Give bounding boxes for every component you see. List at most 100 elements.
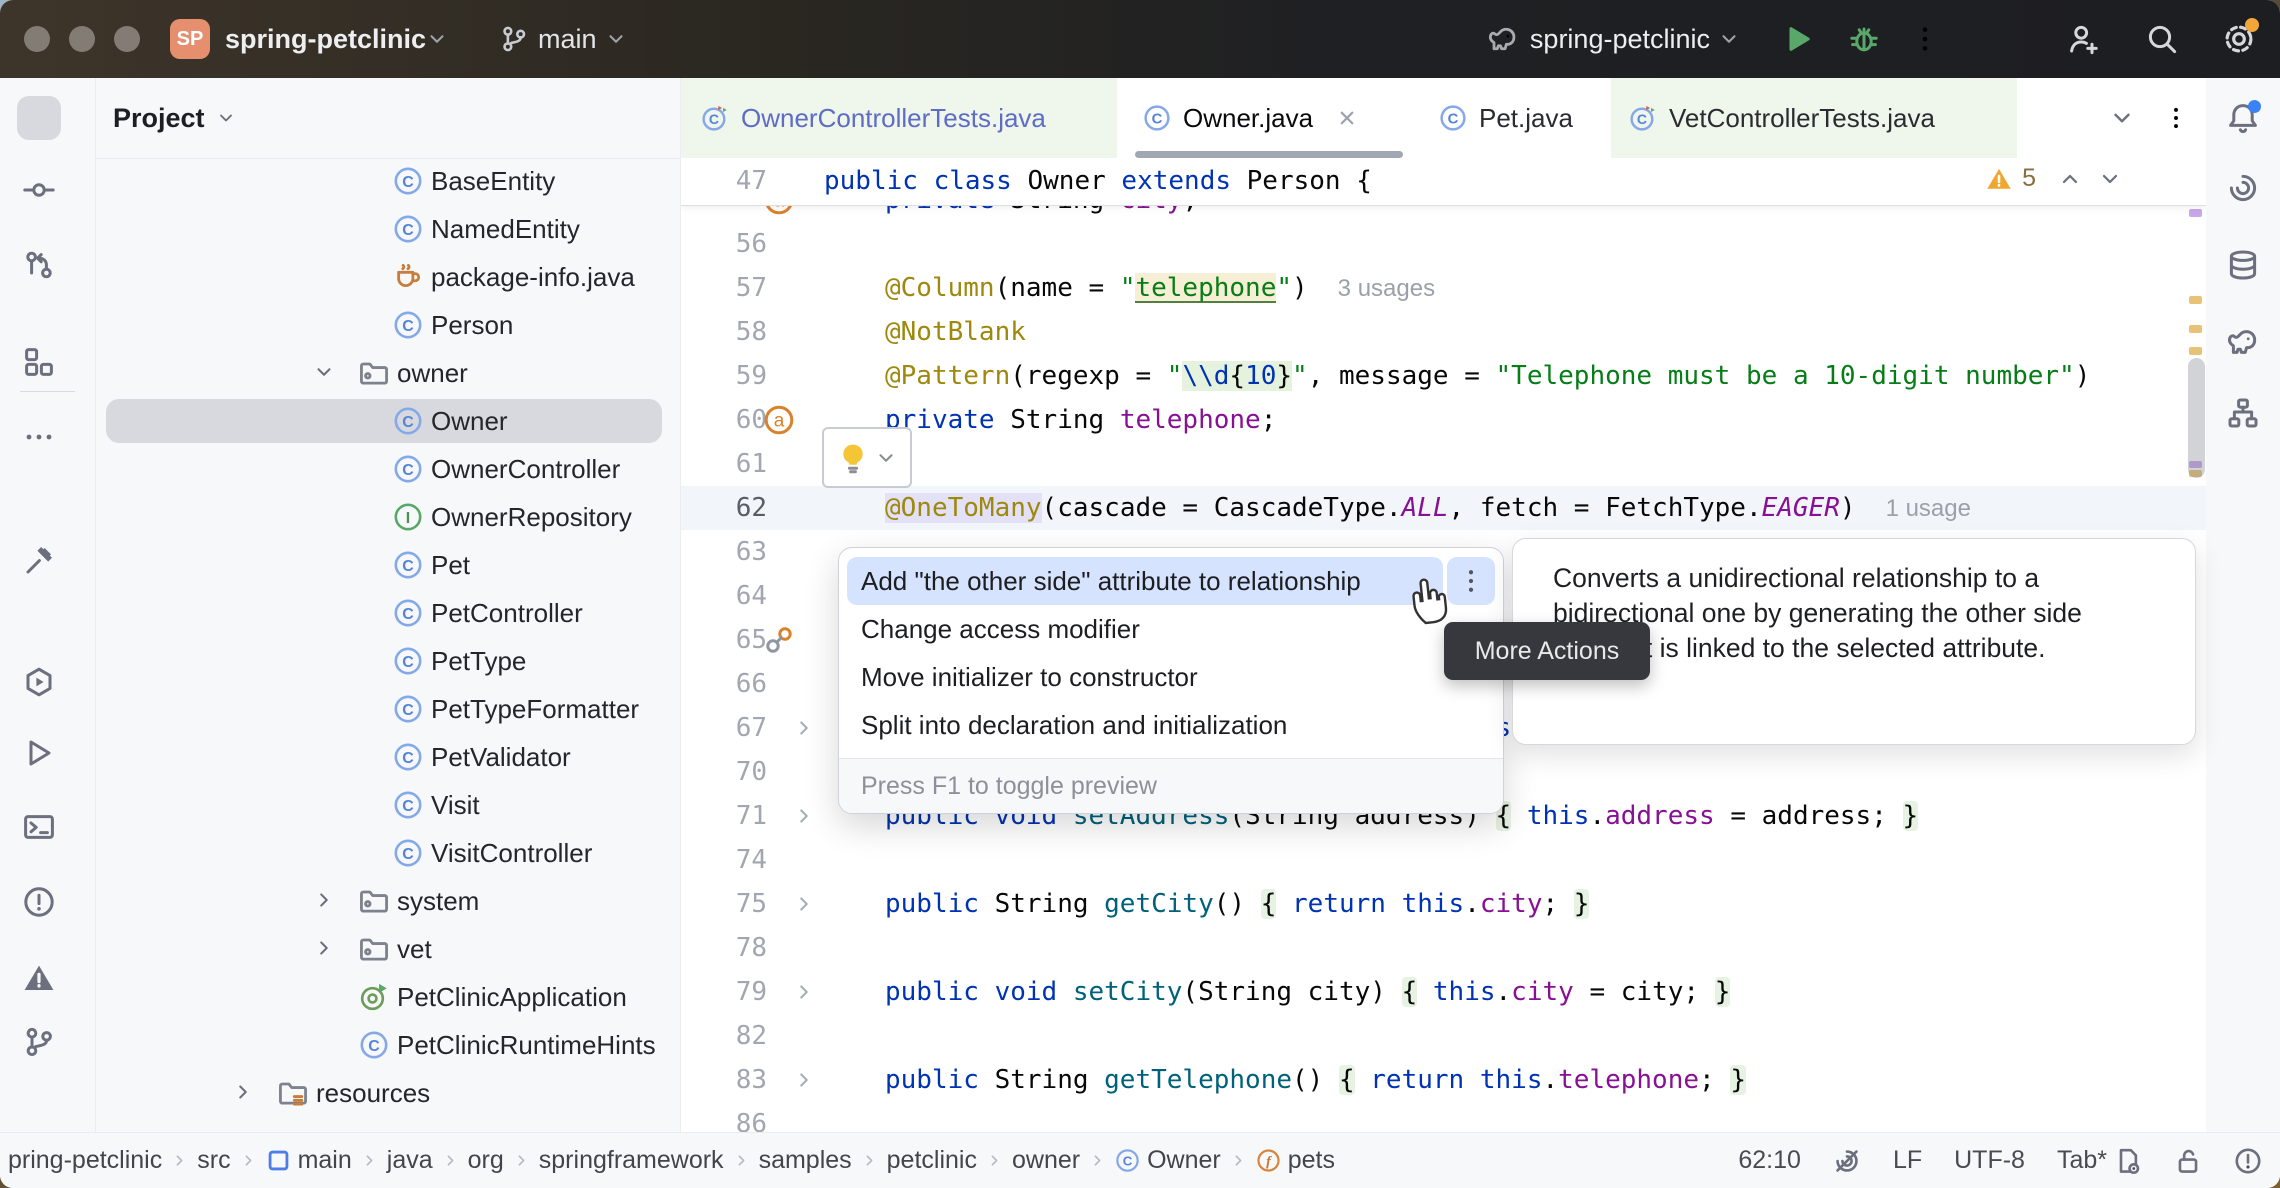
breadcrumb-item-petclinic[interactable]: petclinic (887, 1146, 977, 1175)
breadcrumb-item-springframework[interactable]: springframework (539, 1146, 724, 1175)
tree-item-PetClinicRuntimeHints[interactable]: C PetClinicRuntimeHints (96, 1021, 680, 1069)
fold-icon[interactable] (793, 717, 815, 739)
breadcrumb-item-main[interactable]: main (266, 1146, 352, 1175)
code-line-86[interactable]: 86 (681, 1102, 2206, 1132)
chain-gutter-icon[interactable] (763, 624, 795, 656)
breadcrumb-item-org[interactable]: org (468, 1146, 504, 1175)
code-line-78[interactable]: 78 (681, 926, 2206, 970)
tree-item-package-info.java[interactable]: package-info.java (96, 253, 680, 301)
tool-window-button-terminal[interactable] (17, 805, 61, 849)
tree-item-PetController[interactable]: C PetController (96, 589, 680, 637)
tool-window-button-pull-requests[interactable] (17, 243, 61, 287)
close-window-button[interactable] (24, 26, 50, 52)
editor-scrollbar[interactable] (2188, 358, 2205, 478)
tree-item-system[interactable]: system (96, 877, 680, 925)
tree-item-NamedEntity[interactable]: C NamedEntity (96, 205, 680, 253)
intention-item-selected[interactable]: Add "the other side" attribute to relati… (847, 557, 1443, 605)
tree-item-VisitController[interactable]: C VisitController (96, 829, 680, 877)
code-line-83[interactable]: 83 public String getTelephone() { return … (681, 1058, 2206, 1102)
chevron-right-icon[interactable] (232, 1081, 254, 1103)
tree-item-OwnerController[interactable]: C OwnerController (96, 445, 680, 493)
breadcrumb-item-Owner[interactable]: C Owner (1115, 1146, 1221, 1175)
breadcrumb-item-owner[interactable]: owner (1012, 1146, 1080, 1175)
tool-window-button-commit[interactable] (17, 168, 61, 212)
chevron-down-icon[interactable] (2109, 105, 2135, 131)
more-actions-button[interactable] (1447, 557, 1495, 605)
chevron-up-icon[interactable] (2058, 167, 2082, 191)
code-line-79[interactable]: 79 public void setCity(String city) { thi… (681, 970, 2206, 1014)
chevron-down-icon[interactable] (313, 361, 335, 383)
tree-item-BaseEntity[interactable]: C BaseEntity (96, 157, 680, 205)
tool-window-button-more-dots[interactable] (17, 415, 61, 459)
tool-window-button-services[interactable] (17, 660, 61, 704)
settings-button[interactable] (2222, 18, 2259, 56)
code-line-58[interactable]: 58 @NotBlank (681, 310, 2206, 354)
debug-button[interactable] (1848, 23, 1880, 55)
tool-window-button-database[interactable] (2221, 243, 2265, 287)
tab-options-button[interactable] (2163, 105, 2189, 131)
tree-item-PetType[interactable]: C PetType (96, 637, 680, 685)
breadcrumb-item-pets[interactable]: f pets (1256, 1146, 1335, 1175)
tree-item-PetTypeFormatter[interactable]: C PetTypeFormatter (96, 685, 680, 733)
tool-window-button-beans[interactable] (2221, 391, 2265, 435)
tool-window-button-warnings[interactable] (17, 956, 61, 1000)
code-line-74[interactable]: 74 (681, 838, 2206, 882)
encoding-widget[interactable]: UTF-8 (1954, 1146, 2025, 1175)
chevron-right-icon[interactable] (313, 889, 335, 911)
tree-item-resources[interactable]: resources (96, 1069, 680, 1117)
chevron-down-icon[interactable] (2098, 167, 2122, 191)
close-icon[interactable] (1335, 106, 1359, 130)
project-widget[interactable]: spring-petclinic (225, 24, 426, 55)
breadcrumb-item-src[interactable]: src (197, 1146, 230, 1175)
branch-widget[interactable]: main (538, 24, 597, 55)
tab-Pet.java[interactable]: C Pet.java (1439, 78, 1573, 158)
tab-VetControllerTests.java[interactable]: C VetControllerTests.java (1629, 78, 1935, 158)
tool-window-button-ai-assistant[interactable] (2221, 166, 2265, 210)
tool-window-button-build-hammer[interactable] (17, 538, 61, 582)
annotation-gutter-icon[interactable]: a (763, 404, 795, 436)
code-line-62[interactable]: 62 @OneToMany(cascade = CascadeType.ALL, … (681, 486, 2206, 530)
tree-item-PetValidator[interactable]: C PetValidator (96, 733, 680, 781)
code-line-56[interactable]: 56 (681, 222, 2206, 266)
ai-disabled-icon[interactable] (1833, 1147, 1861, 1175)
breadcrumb-item-samples[interactable]: samples (759, 1146, 852, 1175)
maximize-window-button[interactable] (114, 26, 140, 52)
fold-icon[interactable] (793, 981, 815, 1003)
unlocked-icon[interactable] (2174, 1147, 2202, 1175)
tool-window-button-run[interactable] (17, 731, 61, 775)
tree-item-PetClinicApplication[interactable]: PetClinicApplication (96, 973, 680, 1021)
error-circle-icon[interactable] (2234, 1147, 2262, 1175)
code-line-75[interactable]: 75 public String getCity() { return this.… (681, 882, 2206, 926)
intention-bulb-widget[interactable] (822, 427, 912, 488)
tool-window-button-structure[interactable] (17, 340, 61, 384)
breadcrumb-item-pring-petclinic[interactable]: pring-petclinic (8, 1146, 162, 1175)
intention-item[interactable]: Change access modifier (847, 605, 1491, 653)
tool-window-button-problems[interactable] (17, 880, 61, 924)
tab-OwnerControllerTests.java[interactable]: C OwnerControllerTests.java (701, 78, 1046, 158)
fold-icon[interactable] (793, 893, 815, 915)
usages-inlay-hint[interactable]: 3 usages (1338, 275, 1435, 302)
project-panel-header[interactable]: Project (113, 78, 236, 158)
tree-item-vet[interactable]: vet (96, 925, 680, 973)
inspections-widget[interactable]: 5 (1986, 164, 2122, 193)
tool-window-button-project-folder[interactable] (17, 96, 61, 140)
code-line-82[interactable]: 82 (681, 1014, 2206, 1058)
project-badge[interactable]: SP (170, 19, 210, 59)
tool-window-button-notifications-bell[interactable] (2221, 96, 2265, 140)
chevron-right-icon[interactable] (313, 937, 335, 959)
usages-inlay-hint[interactable]: 1 usage (1886, 495, 1971, 522)
indent-widget[interactable]: Tab* (2057, 1146, 2142, 1175)
breadcrumb-item-java[interactable]: java (387, 1146, 433, 1175)
tree-item-Visit[interactable]: C Visit (96, 781, 680, 829)
line-ending-widget[interactable]: LF (1893, 1146, 1922, 1175)
run-button[interactable] (1782, 23, 1814, 55)
tree-item-OwnerRepository[interactable]: I OwnerRepository (96, 493, 680, 541)
fold-icon[interactable] (793, 805, 815, 827)
tree-item-Pet[interactable]: C Pet (96, 541, 680, 589)
intention-item[interactable]: Move initializer to constructor (847, 653, 1491, 701)
tab-Owner.java[interactable]: C Owner.java (1143, 78, 1359, 158)
search-everywhere-button[interactable] (2146, 23, 2178, 55)
intention-item[interactable]: Split into declaration and initializatio… (847, 701, 1491, 749)
tool-window-button-git-branch[interactable] (17, 1020, 61, 1064)
minimize-window-button[interactable] (69, 26, 95, 52)
